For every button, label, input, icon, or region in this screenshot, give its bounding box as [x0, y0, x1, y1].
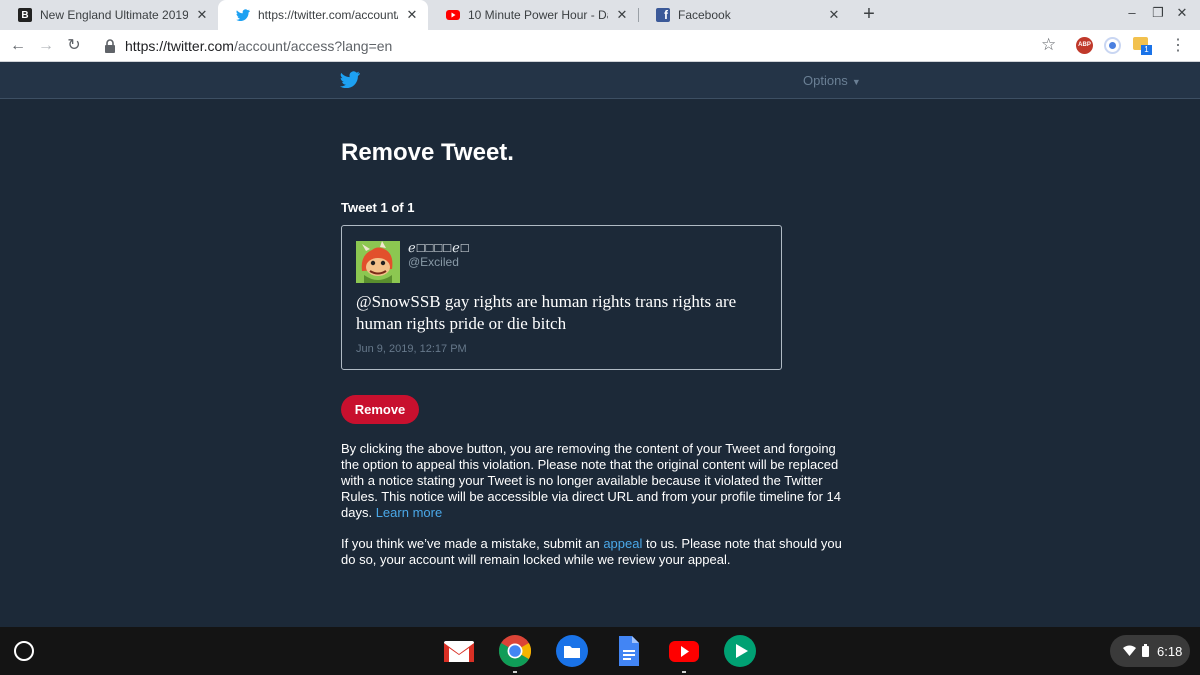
url-path: /account/access?lang=en [233, 38, 393, 54]
tweet-counter: Tweet 1 of 1 [341, 200, 415, 215]
restore-icon[interactable]: ❐ [1148, 5, 1168, 21]
avatar [356, 241, 400, 283]
gmail-icon[interactable] [442, 634, 476, 668]
options-label: Options [803, 73, 848, 88]
remove-explanation: By clicking the above button, you are re… [341, 441, 845, 521]
tab-title: Facebook [678, 8, 731, 22]
browser-toolbar: ← → ↻ https://twitter.com/account/access… [0, 30, 1200, 62]
extension-badge-icon[interactable]: 1 [1133, 37, 1153, 55]
back-arrow-icon[interactable]: ← [8, 36, 28, 56]
youtube-icon[interactable] [667, 634, 701, 668]
play-store-icon[interactable] [723, 634, 757, 668]
new-tab-button[interactable]: + [858, 4, 880, 26]
tab-twitter-account[interactable]: https://twitter.com/account/acc ✕ [218, 0, 428, 30]
options-dropdown[interactable]: Options ▼ [803, 73, 861, 88]
address-bar[interactable]: https://twitter.com/account/access?lang=… [125, 38, 392, 54]
extension-circle-dot [1109, 42, 1116, 49]
bookmark-star-icon[interactable]: ☆ [1041, 35, 1056, 55]
tab-facebook[interactable]: f Facebook ✕ [638, 0, 850, 30]
minimize-icon[interactable]: – [1122, 5, 1142, 20]
extension-circle-icon[interactable] [1104, 37, 1121, 54]
launcher-icon[interactable] [14, 641, 34, 661]
close-tab-icon[interactable]: ✕ [194, 7, 210, 23]
avatar-character-icon [356, 241, 400, 283]
tweet-text: @SnowSSB gay rights are human rights tra… [356, 292, 737, 333]
close-window-icon[interactable]: ✕ [1172, 5, 1192, 21]
browser-tab-strip: B New England Ultimate 2019 / Pi ✕ https… [0, 0, 1200, 30]
extension-badge-count: 1 [1141, 45, 1152, 55]
learn-more-link[interactable]: Learn more [376, 505, 442, 520]
tweet-card: ℯ□□□□ℯ□ @Exciled @SnowSSB gay rights are… [341, 225, 782, 370]
appeal-explanation: If you think we’ve made a mistake, submi… [341, 536, 845, 568]
youtube-icon [446, 8, 460, 22]
page-title: Remove Tweet. [341, 139, 514, 166]
twitter-bird-icon [236, 8, 250, 22]
close-tab-icon[interactable]: ✕ [826, 7, 842, 23]
status-tray[interactable]: 6:18 [1110, 635, 1190, 667]
appeal-text-before: If you think we’ve made a mistake, submi… [341, 536, 600, 551]
tab-divider [638, 8, 639, 22]
forward-arrow-icon[interactable]: → [36, 36, 56, 56]
adblock-plus-icon[interactable]: ABP [1076, 37, 1093, 54]
tweet-timestamp: Jun 9, 2019, 12:17 PM [356, 343, 467, 355]
wifi-icon [1123, 645, 1136, 656]
tab-title: https://twitter.com/account/acc [258, 8, 398, 22]
tweet-handle[interactable]: @Exciled [408, 255, 459, 269]
docs-icon[interactable] [611, 634, 645, 668]
chrome-running-indicator [513, 671, 517, 673]
battery-icon [1142, 644, 1149, 657]
tab-new-england-ultimate[interactable]: B New England Ultimate 2019 / Pi ✕ [0, 0, 218, 30]
twitter-header: Options ▼ [0, 62, 1200, 99]
tab-title: New England Ultimate 2019 / Pi [40, 8, 188, 22]
tab-title: 10 Minute Power Hour - Dare Je [468, 8, 608, 22]
clock-time: 6:18 [1157, 644, 1183, 659]
tweet-display-name[interactable]: ℯ□□□□ℯ□ [408, 240, 470, 256]
files-icon[interactable] [555, 634, 589, 668]
url-host: https://twitter.com [125, 38, 234, 54]
chevron-down-icon: ▼ [851, 77, 861, 87]
close-tab-icon[interactable]: ✕ [404, 7, 420, 23]
chrome-icon[interactable] [498, 634, 532, 668]
letter-b-icon: B [18, 8, 32, 22]
close-tab-icon[interactable]: ✕ [614, 7, 630, 23]
youtube-running-indicator [682, 671, 686, 673]
reload-icon[interactable]: ↻ [64, 36, 84, 56]
tab-youtube-power-hour[interactable]: 10 Minute Power Hour - Dare Je ✕ [428, 0, 638, 30]
remove-button[interactable]: Remove [341, 395, 419, 424]
menu-kebab-icon[interactable]: ⋮ [1170, 35, 1186, 55]
os-shelf: 6:18 [0, 627, 1200, 675]
facebook-icon: f [656, 8, 670, 22]
appeal-link[interactable]: appeal [603, 536, 642, 551]
lock-icon [105, 39, 115, 53]
twitter-logo-icon[interactable] [340, 71, 360, 88]
